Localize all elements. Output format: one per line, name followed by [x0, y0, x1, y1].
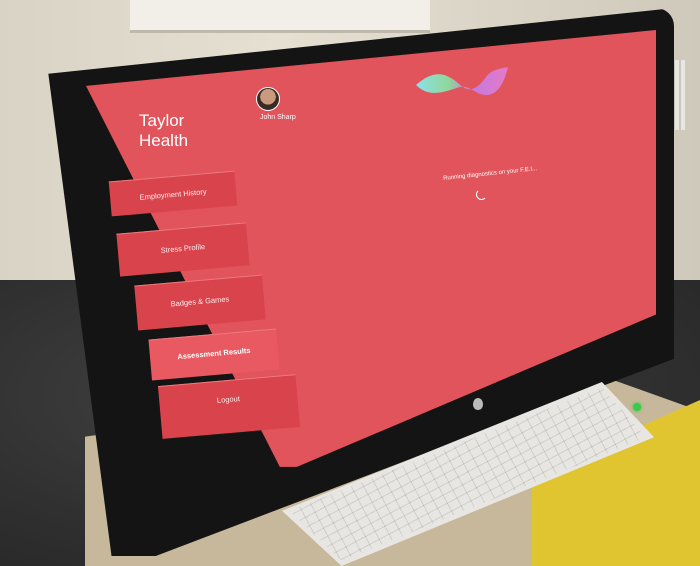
- avatar[interactable]: [256, 87, 280, 111]
- user-name: John Sharp: [260, 114, 296, 121]
- brand-title-line1: Taylor: [139, 111, 185, 130]
- wave-logo-icon: [416, 67, 508, 95]
- brand-title-line2: Health: [139, 131, 189, 150]
- brand-title: Taylor Health: [139, 111, 188, 151]
- loading-spinner-icon: [476, 189, 487, 200]
- power-led: [633, 403, 641, 411]
- background-window: [130, 0, 430, 33]
- apple-logo-icon: [473, 398, 483, 410]
